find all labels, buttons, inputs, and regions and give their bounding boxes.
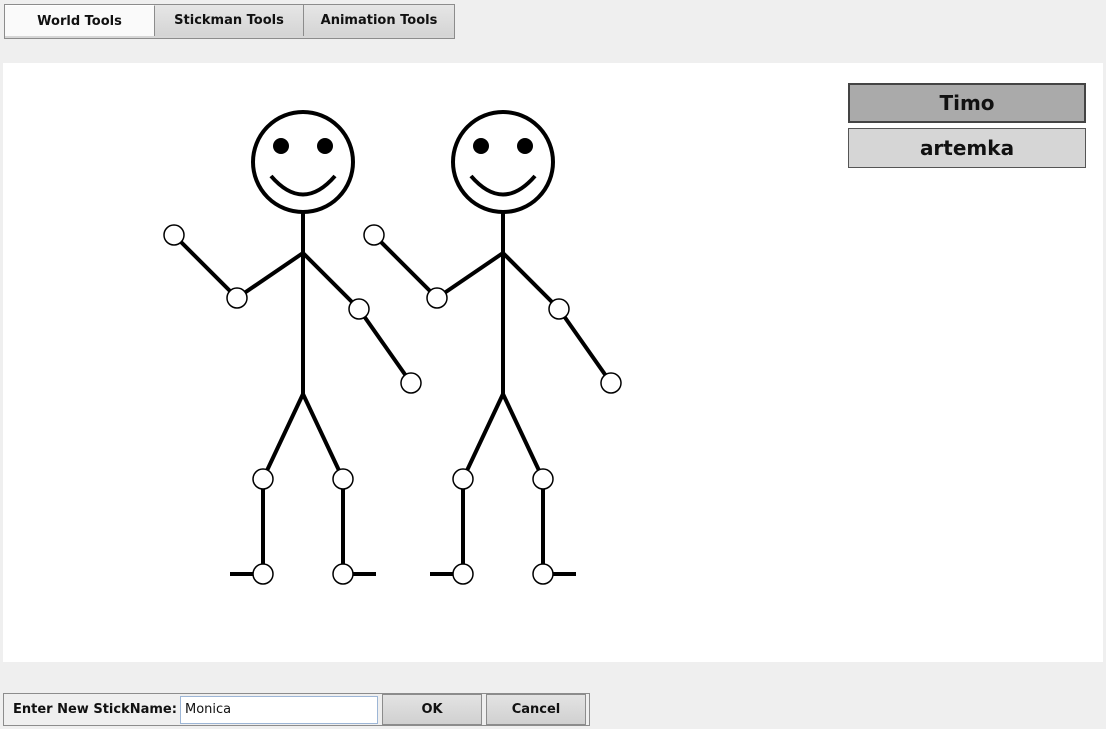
stickman-1-right-eye (317, 138, 333, 154)
stickman-list-item-artemka[interactable]: artemka (848, 128, 1086, 168)
stickman-1-right-forearm (357, 307, 413, 385)
stickman-1-left-thigh (261, 393, 305, 480)
stickman-1-joint-right-ankle[interactable] (332, 563, 354, 585)
tab-animation-tools[interactable]: Animation Tools (304, 5, 454, 36)
tab-stickman-tools[interactable]: Stickman Tools (155, 5, 304, 36)
stickman-1-joint-left-elbow[interactable] (226, 287, 248, 309)
stickman-2-right-upper-arm (501, 251, 561, 311)
stickman-2-joint-left-hand[interactable] (363, 224, 385, 246)
stickman-1-smile (269, 174, 337, 197)
stickman-1-joint-right-knee[interactable] (332, 468, 354, 490)
stickman-1-right-upper-arm (301, 251, 361, 311)
stickman-2-left-eye (473, 138, 489, 154)
stickman-1-joint-left-ankle[interactable] (252, 563, 274, 585)
stickname-prompt-label: Enter New StickName: (13, 702, 177, 717)
stickman-2-left-forearm (372, 233, 439, 300)
stickman-list-item-timo[interactable]: Timo (848, 83, 1086, 123)
stickname-input[interactable] (180, 695, 378, 724)
stickman-1-joint-left-hand[interactable] (163, 224, 185, 246)
stickman-2-right-thigh (501, 393, 545, 480)
tool-tabs: World Tools Stickman Tools Animation Too… (4, 4, 455, 39)
stickman-figure-2[interactable] (363, 110, 622, 585)
ok-button[interactable]: OK (382, 694, 482, 725)
drawing-canvas[interactable]: Timo artemka (3, 63, 1103, 662)
cancel-button[interactable]: Cancel (486, 694, 586, 725)
stickman-1-left-eye (273, 138, 289, 154)
stickman-1-right-thigh (301, 393, 345, 480)
stickman-2-head[interactable] (451, 110, 555, 214)
stickman-2-smile (469, 174, 537, 197)
stickman-2-joint-right-hand[interactable] (600, 372, 622, 394)
stickman-2-right-forearm (557, 307, 613, 385)
stickman-2-joint-right-knee[interactable] (532, 468, 554, 490)
stickman-2-left-upper-arm (435, 251, 505, 300)
stickman-1-left-forearm (172, 233, 239, 300)
stickman-1-joint-right-hand[interactable] (400, 372, 422, 394)
stickman-2-left-thigh (461, 393, 505, 480)
new-stickname-bar: Enter New StickName: OK Cancel (3, 693, 590, 726)
stickman-1-left-upper-arm (235, 251, 305, 300)
stickman-figure-1[interactable] (163, 110, 422, 585)
stickman-2-joint-right-ankle[interactable] (532, 563, 554, 585)
stickman-2-joint-left-knee[interactable] (452, 468, 474, 490)
stickman-2-joint-right-elbow[interactable] (548, 298, 570, 320)
stickman-2-joint-left-elbow[interactable] (426, 287, 448, 309)
stickman-2-joint-left-ankle[interactable] (452, 563, 474, 585)
stickman-1-head[interactable] (251, 110, 355, 214)
tab-world-tools[interactable]: World Tools (5, 5, 155, 36)
stickman-2-right-eye (517, 138, 533, 154)
stickman-1-joint-left-knee[interactable] (252, 468, 274, 490)
app-window: World Tools Stickman Tools Animation Too… (0, 0, 1106, 729)
stickman-1-joint-right-elbow[interactable] (348, 298, 370, 320)
